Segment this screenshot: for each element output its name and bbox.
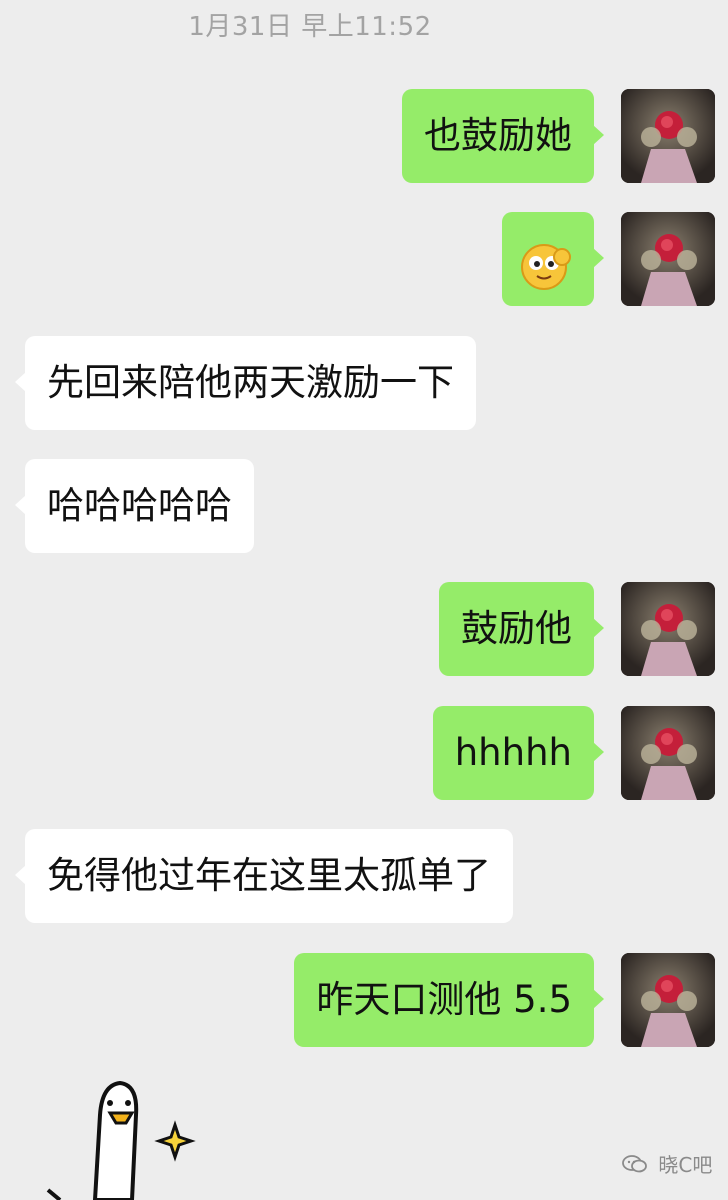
message-text: hhhhh (454, 731, 572, 774)
message-bubble-other[interactable]: 先回来陪他两天激励一下 (15, 336, 476, 430)
message-text: 免得他过年在这里太孤单了 (47, 854, 491, 897)
avatar[interactable] (621, 953, 715, 1047)
message-row: 鼓励他 (0, 582, 728, 682)
message-bubble-self[interactable]: hhhhh (432, 706, 605, 800)
message-bubble-self[interactable]: 也鼓励她 (402, 89, 604, 183)
message-row: 哈哈哈哈哈 (0, 459, 728, 559)
goose-sticker-icon (40, 1075, 210, 1200)
message-text: 鼓励他 (461, 607, 572, 650)
message-bubble-self[interactable]: 昨天口测他 5.5 (294, 953, 604, 1047)
avatar[interactable] (621, 212, 715, 306)
message-bubble-other[interactable]: 哈哈哈哈哈 (15, 459, 254, 553)
message-row: 也鼓励她 (0, 89, 728, 189)
message-row: 免得他过年在这里太孤单了 (0, 829, 728, 929)
sparkle-icon (154, 1120, 196, 1162)
message-text: 哈哈哈哈哈 (47, 484, 232, 527)
wechat-channel-icon (622, 1152, 648, 1182)
avatar[interactable] (621, 706, 715, 800)
message-row (0, 212, 728, 312)
message-row: 昨天口测他 5.5 (0, 953, 728, 1053)
message-row: hhhhh (0, 706, 728, 806)
message-text: 也鼓励她 (424, 114, 572, 157)
watermark: 晓C吧 (622, 1150, 712, 1180)
message-text: 昨天口测他 5.5 (316, 978, 572, 1021)
chat-timestamp: 1月31日 早上11:52 (188, 12, 432, 42)
avatar[interactable] (621, 582, 715, 676)
message-text: 先回来陪他两天激励一下 (47, 361, 454, 404)
message-row: 先回来陪他两天激励一下 (0, 336, 728, 436)
avatar[interactable] (621, 89, 715, 183)
watermark-text: 晓C吧 (658, 1153, 713, 1177)
message-bubble-self[interactable] (502, 212, 604, 306)
grinning-face-emoji-icon (520, 234, 572, 290)
message-bubble-other[interactable]: 免得他过年在这里太孤单了 (15, 829, 513, 923)
chat-screen: 1月31日 早上11:52 也鼓励她 先回来陪他两天激励一下 哈哈哈哈哈 鼓励他… (0, 0, 728, 1200)
message-bubble-self[interactable]: 鼓励他 (439, 582, 604, 676)
